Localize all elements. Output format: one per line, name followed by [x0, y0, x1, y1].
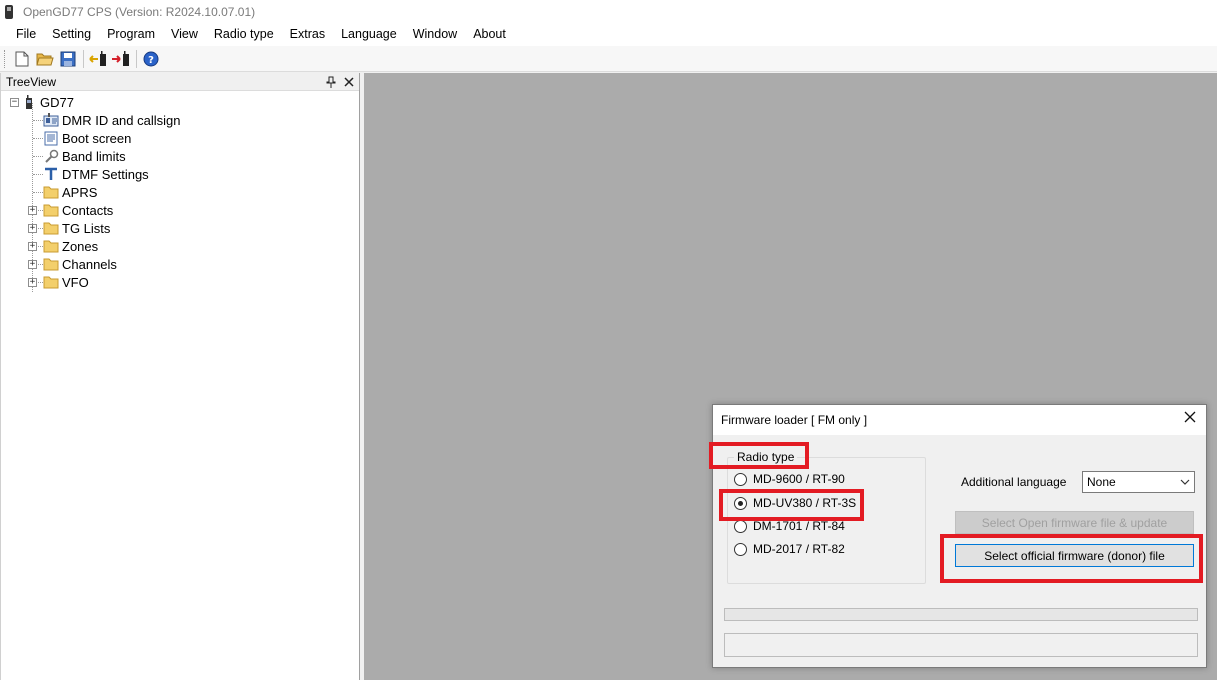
folder-icon [43, 256, 59, 272]
chevron-down-icon [1180, 474, 1190, 493]
tree-node-label: DMR ID and callsign [62, 112, 181, 128]
radio-option-mduv380[interactable]: MD-UV380 / RT-3S [734, 496, 856, 510]
treeview-panel: TreeView − GD77 DMR ID and callsign Boot… [0, 73, 360, 680]
radio-button-selected[interactable] [734, 496, 747, 510]
toolbar-grip[interactable] [4, 49, 7, 68]
radio-type-legend: Radio type [734, 450, 798, 464]
dmr-id-icon [43, 112, 59, 128]
help-icon[interactable]: ? [140, 48, 162, 70]
radio-button[interactable] [734, 519, 747, 533]
tree-node-label: VFO [62, 274, 89, 290]
radio-option-label: MD-9600 / RT-90 [753, 472, 845, 486]
wrench-icon [43, 148, 59, 164]
expand-icon[interactable]: + [28, 241, 37, 251]
toolbar: ? [0, 46, 1217, 72]
collapse-icon[interactable]: − [10, 97, 19, 107]
radio-option-label: MD-2017 / RT-82 [753, 542, 845, 556]
pin-icon[interactable] [323, 74, 339, 90]
read-from-radio-icon[interactable] [87, 48, 109, 70]
folder-icon [43, 184, 59, 200]
progress-bar [724, 608, 1198, 621]
tree-node-label: Zones [62, 238, 99, 254]
folder-icon [43, 202, 59, 218]
open-folder-icon[interactable] [34, 48, 56, 70]
folder-icon [43, 238, 59, 254]
write-to-radio-icon[interactable] [110, 48, 132, 70]
tree-node-label: APRS [62, 184, 98, 200]
tree-node-dmr-id[interactable]: DMR ID and callsign [1, 111, 359, 129]
menu-bar: File Setting Program View Radio type Ext… [0, 23, 1217, 46]
radio-option-label: MD-UV380 / RT-3S [753, 496, 857, 510]
radio-button[interactable] [734, 472, 747, 486]
menu-program[interactable]: Program [99, 23, 163, 46]
treeview-header: TreeView [1, 73, 359, 91]
radio-option-label: DM-1701 / RT-84 [753, 519, 845, 533]
select-official-firmware-button[interactable]: Select official firmware (donor) file [955, 544, 1194, 567]
tree-node-contacts[interactable]: + Contacts [1, 201, 359, 219]
tree-node-label: TG Lists [62, 220, 111, 236]
dialog-title: Firmware loader [ FM only ] [721, 413, 868, 427]
radio-option-dm1701[interactable]: DM-1701 / RT-84 [734, 519, 845, 533]
tree-node-label: Boot screen [62, 130, 132, 146]
tree-node-label: DTMF Settings [62, 166, 149, 182]
boot-screen-icon [43, 130, 59, 146]
dtmf-icon [43, 166, 59, 182]
menu-file[interactable]: File [8, 23, 44, 46]
tree-node-tg-lists[interactable]: + TG Lists [1, 219, 359, 237]
firmware-loader-dialog: Firmware loader [ FM only ] Radio type M… [712, 404, 1207, 668]
tree-node-vfo[interactable]: + VFO [1, 273, 359, 291]
toolbar-separator [83, 49, 84, 68]
app-radio-icon [5, 4, 13, 19]
dialog-close-icon[interactable] [1182, 411, 1198, 427]
tree-node-label: Contacts [62, 202, 114, 218]
title-bar: OpenGD77 CPS (Version: R2024.10.07.01) [0, 0, 1217, 23]
radio-icon [21, 94, 37, 110]
tree-node-aprs[interactable]: APRS [1, 183, 359, 201]
expand-icon[interactable]: + [28, 277, 37, 287]
radio-option-md2017[interactable]: MD-2017 / RT-82 [734, 542, 845, 556]
language-select-value: None [1087, 475, 1116, 489]
new-file-icon[interactable] [11, 48, 33, 70]
tree-node-zones[interactable]: + Zones [1, 237, 359, 255]
select-open-firmware-button[interactable]: Select Open firmware file & update [955, 511, 1194, 534]
radio-option-md9600[interactable]: MD-9600 / RT-90 [734, 472, 845, 486]
window-title: OpenGD77 CPS (Version: R2024.10.07.01) [23, 4, 256, 19]
radio-button[interactable] [734, 542, 747, 556]
tree-node-dtmf-settings[interactable]: DTMF Settings [1, 165, 359, 183]
expand-icon[interactable]: + [28, 259, 37, 269]
menu-window[interactable]: Window [405, 23, 465, 46]
svg-text:?: ? [148, 55, 154, 66]
menu-radio-type[interactable]: Radio type [206, 23, 282, 46]
treeview-title: TreeView [6, 74, 57, 89]
expand-icon[interactable]: + [28, 205, 37, 215]
save-icon[interactable] [57, 48, 79, 70]
folder-icon [43, 220, 59, 236]
close-icon[interactable] [341, 74, 357, 90]
folder-icon [43, 274, 59, 290]
additional-language-label: Additional language [961, 475, 1067, 489]
radio-type-group: Radio type MD-9600 / RT-90 MD-UV380 / RT… [727, 450, 926, 584]
tree-node-label: Channels [62, 256, 117, 272]
toolbar-separator [136, 49, 137, 68]
tree: − GD77 DMR ID and callsign Boot screen B… [1, 91, 359, 292]
expand-icon[interactable]: + [28, 223, 37, 233]
tree-node-boot-screen[interactable]: Boot screen [1, 129, 359, 147]
tree-node-label: Band limits [62, 148, 126, 164]
dialog-title-bar: Firmware loader [ FM only ] [713, 405, 1206, 435]
menu-language[interactable]: Language [333, 23, 405, 46]
tree-node-channels[interactable]: + Channels [1, 255, 359, 273]
menu-about[interactable]: About [465, 23, 514, 46]
additional-language-select[interactable]: None [1082, 471, 1195, 493]
menu-extras[interactable]: Extras [282, 23, 333, 46]
tree-node-gd77[interactable]: − GD77 [1, 93, 359, 111]
tree-node-label: GD77 [40, 94, 74, 110]
menu-view[interactable]: View [163, 23, 206, 46]
tree-node-band-limits[interactable]: Band limits [1, 147, 359, 165]
status-box [724, 633, 1198, 657]
menu-setting[interactable]: Setting [44, 23, 99, 46]
